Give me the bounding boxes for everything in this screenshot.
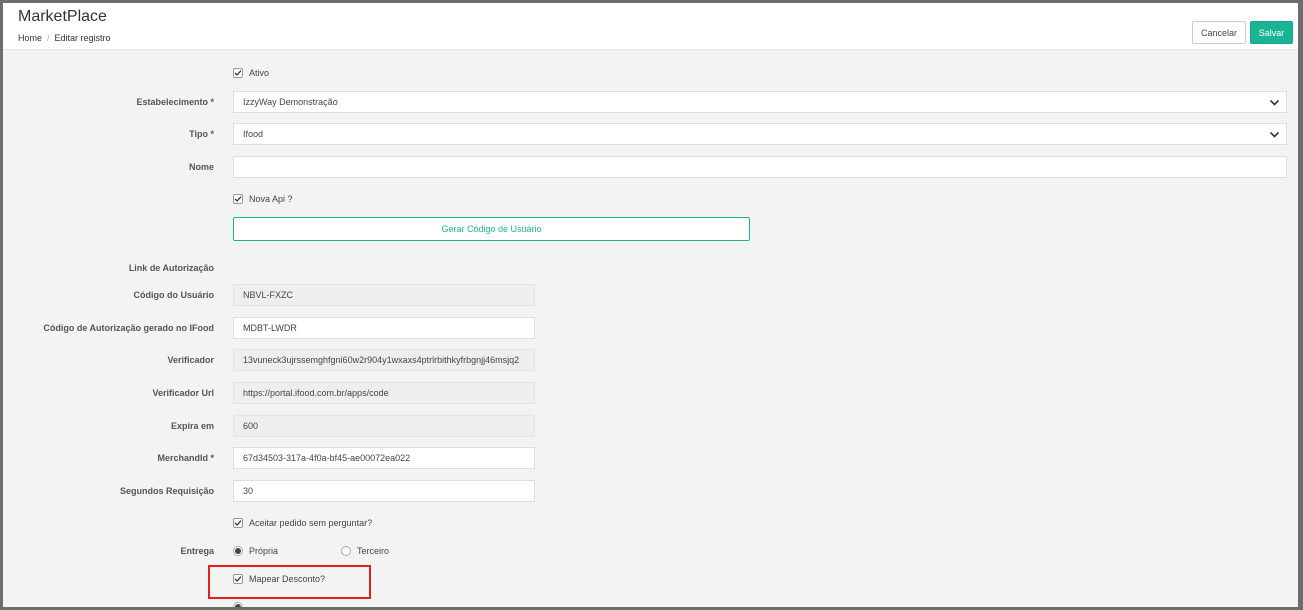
verificador-url-input: https://portal.ifood.com.br/apps/code [233,382,535,404]
merchand-id-label: MerchandId * [157,453,214,463]
ativo-checkbox-row[interactable]: Ativo [233,68,269,78]
entrega-option-terceiro[interactable]: Terceiro [341,546,389,556]
estabelecimento-select[interactable]: IzzyWay Demonstração [233,91,1287,113]
breadcrumb: Home / Editar registro [18,33,111,43]
ativo-label: Ativo [249,68,270,78]
radio-partial [233,602,243,607]
page-title: MarketPlace [18,8,107,25]
page-header: MarketPlace Home / Editar registro Cancela… [3,3,1298,50]
radio-propria[interactable] [233,546,243,556]
nome-input[interactable] [233,156,1287,178]
verificador-label: Verificador [167,355,214,365]
entrega-label: Entrega [180,546,214,556]
chevron-down-icon [1269,131,1280,138]
cancel-button[interactable]: Cancelar [1192,21,1246,44]
entrega-option-propria[interactable]: Própria [233,546,278,556]
tipo-value: Ifood [243,129,264,139]
save-button[interactable]: Salvar [1250,21,1293,44]
app-frame: MarketPlace Home / Editar registro Cancela… [3,3,1298,607]
merchand-id-input[interactable]: 67d34503-317a-4f0a-bf45-ae00072ea022 [233,447,535,469]
verificador-url-label: Verificador Url [152,388,214,398]
nova-api-checkbox-row[interactable]: Nova Api ? [233,194,293,204]
expira-em-input: 600 [233,415,535,437]
estabelecimento-label: Estabelecimento * [136,97,214,107]
check-icon [234,196,242,202]
gerar-codigo-button[interactable]: Gerar Código de Usuário [233,217,750,241]
breadcrumb-current: Editar registro [54,33,111,43]
tipo-select[interactable]: Ifood [233,123,1287,145]
entrega-option-label: Própria [249,546,279,556]
radio-terceiro[interactable] [341,546,351,556]
link-autorizacao-label: Link de Autorização [128,263,214,273]
entrega-option-label: Terceiro [357,546,390,556]
codigo-autorizacao-input[interactable]: MDBT-LWDR [233,317,535,339]
chevron-down-icon [1269,99,1280,106]
aceitar-pedido-checkbox-row[interactable]: Aceitar pedido sem perguntar? [233,518,372,528]
breadcrumb-separator: / [47,33,50,43]
segundos-requisicao-input[interactable]: 30 [233,480,535,502]
tipo-label: Tipo * [189,129,214,139]
check-icon [234,520,242,526]
check-icon [234,70,242,76]
expira-em-label: Expira em [170,421,214,431]
nova-api-checkbox[interactable] [233,194,243,204]
estabelecimento-value: IzzyWay Demonstração [243,97,338,107]
nova-api-label: Nova Api ? [249,194,293,204]
codigo-usuario-input: NBVL-FXZC [233,284,535,306]
verificador-input: 13vuneck3ujrssemghfgni60w2r904y1wxaxs4pt… [233,349,535,371]
aceitar-pedido-checkbox[interactable] [233,518,243,528]
highlight-annotation-box [208,565,371,599]
aceitar-pedido-label: Aceitar pedido sem perguntar? [249,518,373,528]
nome-label: Nome [188,162,214,172]
codigo-usuario-label: Código do Usuário [133,290,215,300]
codigo-autorizacao-label: Código de Autorização gerado no IFood [43,323,214,333]
breadcrumb-home[interactable]: Home [18,33,42,43]
segundos-requisicao-label: Segundos Requisição [119,486,214,496]
ativo-checkbox[interactable] [233,68,243,78]
partial-next-row [233,602,249,607]
